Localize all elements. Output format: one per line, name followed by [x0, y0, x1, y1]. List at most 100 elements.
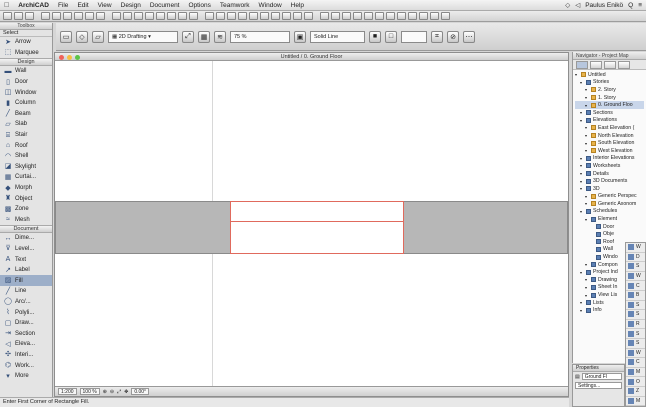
- disclosure-triangle-icon[interactable]: ▾: [580, 118, 584, 123]
- tree-item[interactable]: ▾ Stories: [575, 79, 644, 87]
- mini-tool[interactable]: W: [626, 349, 645, 359]
- door-opening[interactable]: [230, 201, 404, 254]
- tree-item[interactable]: ▾ 2. Story: [575, 86, 644, 94]
- distribute-icon[interactable]: [216, 12, 225, 20]
- tree-item[interactable]: ▾ Element: [575, 215, 644, 223]
- line-type-selector[interactable]: Solid Line: [310, 30, 365, 43]
- mini-tool[interactable]: D: [626, 253, 645, 263]
- rotated-rect-icon[interactable]: ▱: [92, 30, 104, 43]
- angle-cell[interactable]: 0.00°: [131, 388, 150, 395]
- drag-icon[interactable]: [260, 12, 269, 20]
- menu-options[interactable]: Options: [188, 2, 210, 9]
- disclosure-triangle-icon[interactable]: ▾: [580, 156, 584, 161]
- ungroup-icon[interactable]: [189, 12, 198, 20]
- disclosure-triangle-icon[interactable]: ▾: [585, 277, 589, 282]
- mini-tool[interactable]: M: [626, 397, 645, 407]
- disclosure-triangle-icon[interactable]: ▾: [580, 80, 584, 85]
- tool-morph[interactable]: ◆ Morph: [0, 183, 52, 194]
- tree-item[interactable]: ▾ 0. Ground Floo: [575, 101, 644, 109]
- tool-column[interactable]: ▮ Column: [0, 98, 52, 109]
- geometry-method-icon[interactable]: ▭: [60, 30, 72, 43]
- guide-icon[interactable]: [167, 12, 176, 20]
- tree-item[interactable]: ▾ Details: [575, 170, 644, 178]
- fit-window-icon[interactable]: ⤢: [117, 389, 121, 395]
- disclosure-triangle-icon[interactable]: ▾: [580, 186, 584, 191]
- 3d-window-icon[interactable]: [320, 12, 329, 20]
- disclosure-triangle-icon[interactable]: ▾: [585, 141, 589, 146]
- paste-icon[interactable]: [74, 12, 83, 20]
- menu-design[interactable]: Design: [121, 2, 141, 9]
- mini-tool[interactable]: R: [626, 320, 645, 330]
- print-icon[interactable]: [41, 12, 50, 20]
- tool-stair[interactable]: ⌸ Stair: [0, 130, 52, 141]
- marker-icon[interactable]: [96, 12, 105, 20]
- disclosure-triangle-icon[interactable]: ▾: [585, 95, 589, 100]
- tree-item[interactable]: ▾ Sections: [575, 109, 644, 117]
- next-view-icon[interactable]: [430, 12, 439, 20]
- zoom-field[interactable]: 75 %: [230, 30, 290, 43]
- disclosure-triangle-icon[interactable]: ▾: [575, 72, 579, 77]
- settings-icon[interactable]: [441, 12, 450, 20]
- resize-icon[interactable]: [282, 12, 291, 20]
- tool-line[interactable]: ╱ Line: [0, 286, 52, 297]
- tool-more[interactable]: ▾ More: [0, 371, 52, 382]
- disclosure-triangle-icon[interactable]: ▾: [585, 293, 589, 298]
- app-menu[interactable]: ArchiCAD: [18, 2, 49, 9]
- user-name[interactable]: Paulus Enikö: [585, 2, 623, 9]
- pan-icon[interactable]: [408, 12, 417, 20]
- tool-elevation[interactable]: ◁ Eleva...: [0, 339, 52, 350]
- menu-window[interactable]: Window: [259, 2, 282, 9]
- disclosure-triangle-icon[interactable]: ▾: [580, 308, 584, 313]
- disclosure-triangle-icon[interactable]: ▾: [585, 87, 589, 92]
- expand-icon[interactable]: ⋯: [463, 30, 475, 43]
- tool-mesh[interactable]: ≈ Mesh: [0, 215, 52, 226]
- disclosure-triangle-icon[interactable]: ▾: [585, 148, 589, 153]
- cover-fill-icon[interactable]: ▣: [294, 30, 306, 43]
- copy-icon[interactable]: [63, 12, 72, 20]
- mini-tool[interactable]: M: [626, 368, 645, 378]
- mini-tool[interactable]: S: [626, 339, 645, 349]
- disclosure-triangle-icon[interactable]: ▾: [585, 217, 589, 222]
- tool-worksheet[interactable]: ⌬ Work...: [0, 360, 52, 371]
- undo-icon[interactable]: [112, 12, 121, 20]
- tool-arc[interactable]: ◯ Arc/...: [0, 297, 52, 308]
- view-map-tab[interactable]: [590, 61, 602, 69]
- mini-tool[interactable]: B: [626, 291, 645, 301]
- tree-item[interactable]: ▾ Generic Axonom: [575, 200, 644, 208]
- split-icon[interactable]: [293, 12, 302, 20]
- group-document[interactable]: Document: [0, 225, 52, 234]
- list-icon[interactable]: ≡: [638, 2, 642, 9]
- hatch-orientation-icon[interactable]: ⊘: [447, 30, 459, 43]
- tool-skylight[interactable]: ◪ Skylight: [0, 162, 52, 173]
- publisher-tab[interactable]: [618, 61, 630, 69]
- story-field[interactable]: Ground Fl: [581, 373, 622, 380]
- align-icon[interactable]: [205, 12, 214, 20]
- group-icon[interactable]: [178, 12, 187, 20]
- menu-file[interactable]: File: [58, 2, 68, 9]
- volume-icon[interactable]: ◁: [575, 1, 580, 9]
- drawing-canvas[interactable]: [55, 61, 568, 386]
- disclosure-triangle-icon[interactable]: ▾: [580, 179, 584, 184]
- tool-shell[interactable]: ◠ Shell: [0, 151, 52, 162]
- mini-tool[interactable]: S: [626, 301, 645, 311]
- tree-item[interactable]: ▾ Generic Perspec: [575, 193, 644, 201]
- tool-dimension[interactable]: ↔ Dime...: [0, 233, 52, 244]
- tool-fill[interactable]: ▨ Fill: [0, 275, 52, 287]
- grid-icon[interactable]: [145, 12, 154, 20]
- save-icon[interactable]: [25, 12, 34, 20]
- tree-item[interactable]: ▾ Untitled: [575, 71, 644, 79]
- new-icon[interactable]: [3, 12, 12, 20]
- disclosure-triangle-icon[interactable]: ▾: [585, 125, 589, 130]
- mini-tool[interactable]: Z: [626, 387, 645, 397]
- menu-teamwork[interactable]: Teamwork: [220, 2, 250, 9]
- tool-object[interactable]: ♜ Object: [0, 193, 52, 204]
- polygon-method-icon[interactable]: ◇: [76, 30, 88, 43]
- pen-weight-field[interactable]: [401, 30, 427, 43]
- menu-view[interactable]: View: [98, 2, 112, 9]
- tree-item[interactable]: Door: [575, 223, 644, 231]
- wall-left[interactable]: [55, 201, 231, 254]
- pan-icon[interactable]: ✥: [124, 389, 128, 395]
- wifi-icon[interactable]: ◇: [565, 1, 570, 9]
- apple-menu-icon[interactable]: : [4, 2, 9, 9]
- tree-item[interactable]: ▾ Elevations: [575, 117, 644, 125]
